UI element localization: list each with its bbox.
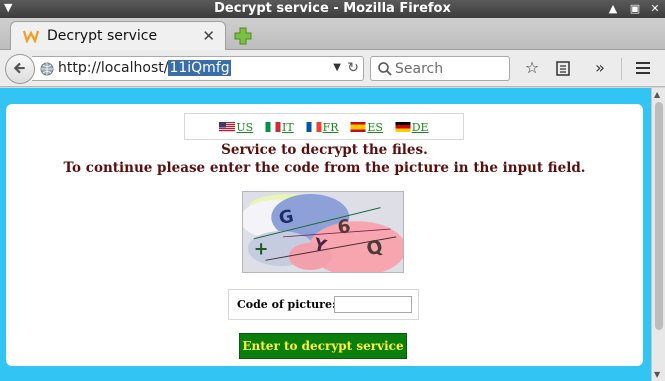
submit-button[interactable]: Enter to decrypt service <box>239 333 407 359</box>
scroll-down-icon[interactable]: ▼ <box>654 370 660 379</box>
minimize-icon[interactable]: ▲ <box>606 2 620 16</box>
lang-link-es[interactable]: ES <box>350 121 383 134</box>
vertical-scrollbar[interactable]: ▲ ▼ <box>651 88 665 381</box>
url-host: http://localhost/ <box>58 60 169 76</box>
de-flag-icon <box>395 122 411 132</box>
lang-link-de[interactable]: DE <box>395 121 429 134</box>
window-title: Decrypt service - Mozilla Firefox <box>214 1 451 16</box>
search-bar[interactable] <box>370 56 510 81</box>
code-form: Code of picture: <box>228 289 419 320</box>
window-titlebar: ▼ Decrypt service - Mozilla Firefox ▲ ▣ … <box>0 0 665 18</box>
navigation-bar: http://localhost/11iQmfg ▼ ↻ ☆ » <box>0 50 665 87</box>
search-input[interactable] <box>395 59 505 78</box>
lang-link-it[interactable]: IT <box>265 121 294 134</box>
es-flag-icon <box>350 122 366 132</box>
lang-label-es: ES <box>367 121 383 134</box>
it-flag-icon <box>265 122 281 132</box>
toolbar-separator <box>621 58 622 80</box>
w-favicon-icon <box>23 30 39 43</box>
fr-flag-icon <box>306 122 322 132</box>
overflow-chevron-icon[interactable]: » <box>590 58 610 78</box>
instruction-text: To continue please enter the code from t… <box>63 160 586 176</box>
tab-close-icon[interactable]: ✕ <box>202 27 215 45</box>
lang-label-it: IT <box>282 121 294 134</box>
lang-label-fr: FR <box>322 121 339 134</box>
url-selected-path: 11iQmfg <box>168 60 231 76</box>
hamburger-menu-icon[interactable] <box>633 58 653 78</box>
close-window-icon[interactable]: ✕ <box>648 2 662 16</box>
url-text[interactable]: http://localhost/11iQmfg <box>58 60 231 76</box>
lang-link-fr[interactable]: FR <box>306 121 339 134</box>
tab-title: Decrypt service <box>47 28 158 44</box>
code-label: Code of picture: <box>237 298 337 311</box>
language-selector: US IT FR ES DE <box>184 113 464 140</box>
back-arrow-icon <box>13 62 25 74</box>
back-button[interactable] <box>5 54 35 84</box>
content-panel: US IT FR ES DE Service to decrypt the fi… <box>6 104 643 366</box>
tab-decrypt-service[interactable]: Decrypt service ✕ <box>10 21 226 51</box>
url-bar[interactable]: http://localhost/11iQmfg ▼ ↻ <box>32 56 364 81</box>
reload-icon[interactable]: ↻ <box>347 60 359 76</box>
new-tab-plus-icon[interactable] <box>234 27 252 45</box>
page-viewport: US IT FR ES DE Service to decrypt the fi… <box>0 88 651 381</box>
reading-list-icon[interactable] <box>553 58 573 78</box>
captcha-image: + G Y 6 Q <box>242 191 404 273</box>
maximize-icon[interactable]: ▣ <box>628 2 642 16</box>
url-dropdown-icon[interactable]: ▼ <box>333 62 341 73</box>
lang-label-de: DE <box>411 121 429 134</box>
globe-icon <box>40 62 54 76</box>
scroll-up-icon[interactable]: ▲ <box>654 90 660 99</box>
code-input[interactable] <box>334 296 412 313</box>
search-icon <box>378 62 392 76</box>
scroll-thumb[interactable] <box>655 102 663 330</box>
tab-strip: Decrypt service ✕ <box>0 18 665 51</box>
lang-link-us[interactable]: US <box>219 121 253 134</box>
service-heading: Service to decrypt the files. <box>221 142 428 158</box>
us-flag-icon <box>219 122 236 132</box>
bookmark-star-icon[interactable]: ☆ <box>522 58 542 78</box>
captcha-char: + <box>254 239 269 259</box>
lang-label-us: US <box>236 121 254 134</box>
